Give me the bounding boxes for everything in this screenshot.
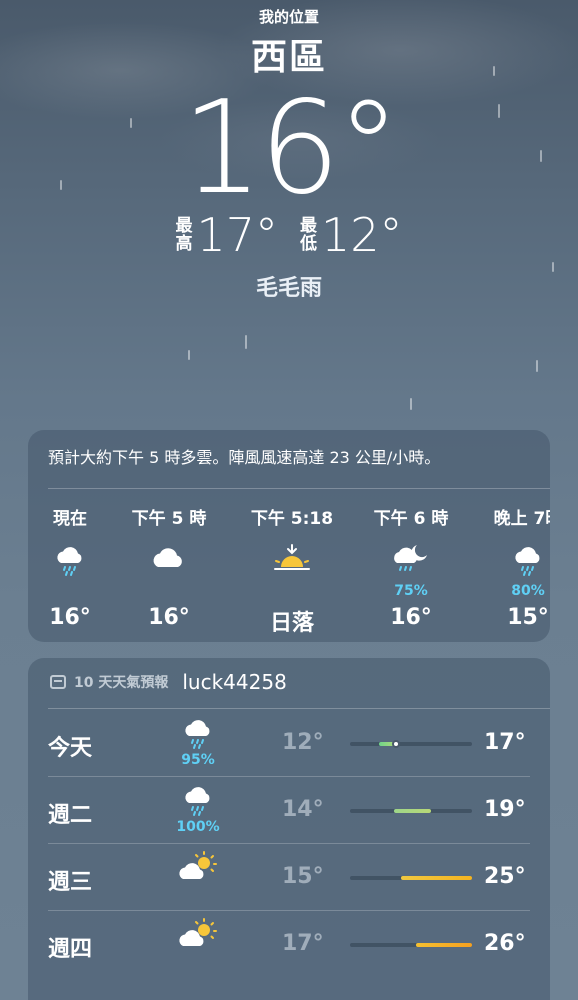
- hourly-summary: 預計大約下午 5 時多雲。陣風風速高達 23 公里/小時。: [48, 448, 441, 467]
- calendar-icon: [50, 675, 66, 689]
- high-temp-group: 最 高 17°: [175, 208, 278, 262]
- forecast-row[interactable]: 今天 95% 12° 17°: [28, 710, 550, 777]
- rain-drop: [188, 350, 190, 360]
- high-temp: 17°: [484, 730, 526, 755]
- forecast-row[interactable]: 週二 100% 14° 19°: [28, 777, 550, 844]
- temp-range-track: [350, 809, 472, 813]
- high-temp: 26°: [484, 931, 526, 956]
- location-label: 我的位置: [258, 8, 319, 26]
- hour-item[interactable]: 下午 5:18 日落: [250, 504, 334, 637]
- temp-range-bar: [415, 943, 472, 947]
- sun-cloud-icon: [168, 917, 228, 953]
- precip-chance: 100%: [176, 819, 220, 835]
- day-label: 週二: [48, 803, 93, 828]
- temp-range-track: [350, 943, 472, 947]
- high-temp: 17°: [196, 208, 278, 262]
- temp-range-track: [350, 876, 472, 880]
- current-temperature: 16°: [181, 74, 401, 223]
- forecast-title: 10 天天氣預報: [74, 675, 169, 691]
- sun-cloud-icon: [168, 850, 228, 886]
- divider: [48, 708, 550, 709]
- forecast-row[interactable]: 週三 15° 25°: [28, 844, 550, 911]
- current-temp-dot: [391, 740, 400, 748]
- divider: [48, 488, 550, 489]
- hour-item[interactable]: 下午 5 時 16°: [129, 504, 209, 630]
- watermark-username: luck44258: [182, 670, 287, 694]
- hourly-forecast-card[interactable]: 預計大約下午 5 時多雲。陣風風速高達 23 公里/小時。 現在 16° 下午 …: [28, 430, 550, 642]
- rain-drop: [536, 360, 538, 372]
- low-tag: 最 低: [300, 216, 317, 254]
- high-tag: 最 高: [175, 216, 193, 254]
- rain-drop: [245, 335, 247, 349]
- high-temp: 19°: [484, 797, 526, 822]
- low-temp-group: 最 低 12°: [300, 208, 403, 262]
- hour-item[interactable]: 下午 6 時 75% 16°: [371, 504, 451, 630]
- cloud-drizzle-icon: 100%: [168, 783, 228, 835]
- high-low: 最 高 17° 最 低 12°: [0, 208, 578, 262]
- low-temp: 17°: [282, 931, 324, 956]
- temp-range-bar: [401, 876, 472, 880]
- day-label: 週三: [48, 870, 93, 895]
- ten-day-forecast-card[interactable]: 10 天天氣預報 luck44258 今天 95% 12° 17° 週二 100% 14° 1…: [28, 658, 550, 1000]
- forecast-row[interactable]: 週四 17° 26°: [28, 911, 550, 978]
- condition-text: 毛毛雨: [255, 276, 322, 301]
- low-temp: 15°: [282, 864, 324, 889]
- forecast-header: 10 天天氣預報 luck44258: [50, 670, 287, 694]
- high-temp: 25°: [484, 864, 526, 889]
- cloud-drizzle-icon: 95%: [168, 716, 228, 768]
- hour-item[interactable]: 晚上 7時 80% 15°: [488, 504, 550, 630]
- low-temp: 12°: [321, 208, 403, 262]
- hour-item[interactable]: 現在 16°: [30, 504, 110, 630]
- temp-range-bar: [393, 809, 431, 813]
- precip-chance: 95%: [181, 752, 215, 768]
- low-temp: 12°: [282, 730, 324, 755]
- city-name: 西區: [250, 37, 327, 78]
- rain-drop: [410, 398, 412, 410]
- day-label: 週四: [48, 937, 93, 962]
- temp-range-track: [350, 740, 472, 748]
- day-label: 今天: [48, 736, 93, 761]
- low-temp: 14°: [282, 797, 324, 822]
